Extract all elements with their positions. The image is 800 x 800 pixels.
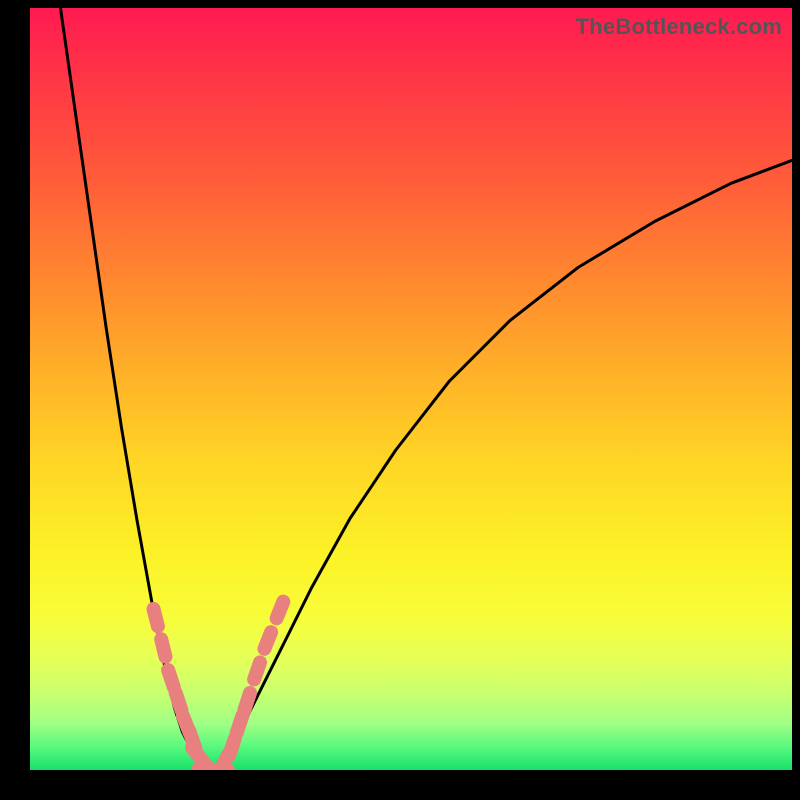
chart-frame: TheBottleneck.com xyxy=(0,0,800,800)
marker-left-markers xyxy=(168,670,174,687)
marker-left-markers xyxy=(154,609,158,626)
marker-right-markers xyxy=(264,632,271,649)
chart-svg xyxy=(30,8,792,770)
series-group xyxy=(61,8,793,770)
curve-left-curve xyxy=(61,8,206,770)
marker-right-markers xyxy=(254,662,260,679)
marker-right-markers xyxy=(237,716,243,733)
marker-right-markers xyxy=(229,739,235,756)
curve-right-curve xyxy=(221,160,793,770)
marker-left-markers xyxy=(176,693,182,710)
marker-right-markers xyxy=(244,693,250,710)
marker-left-markers xyxy=(161,639,165,657)
plot-area: TheBottleneck.com xyxy=(30,8,792,770)
marker-right-markers xyxy=(277,602,284,619)
